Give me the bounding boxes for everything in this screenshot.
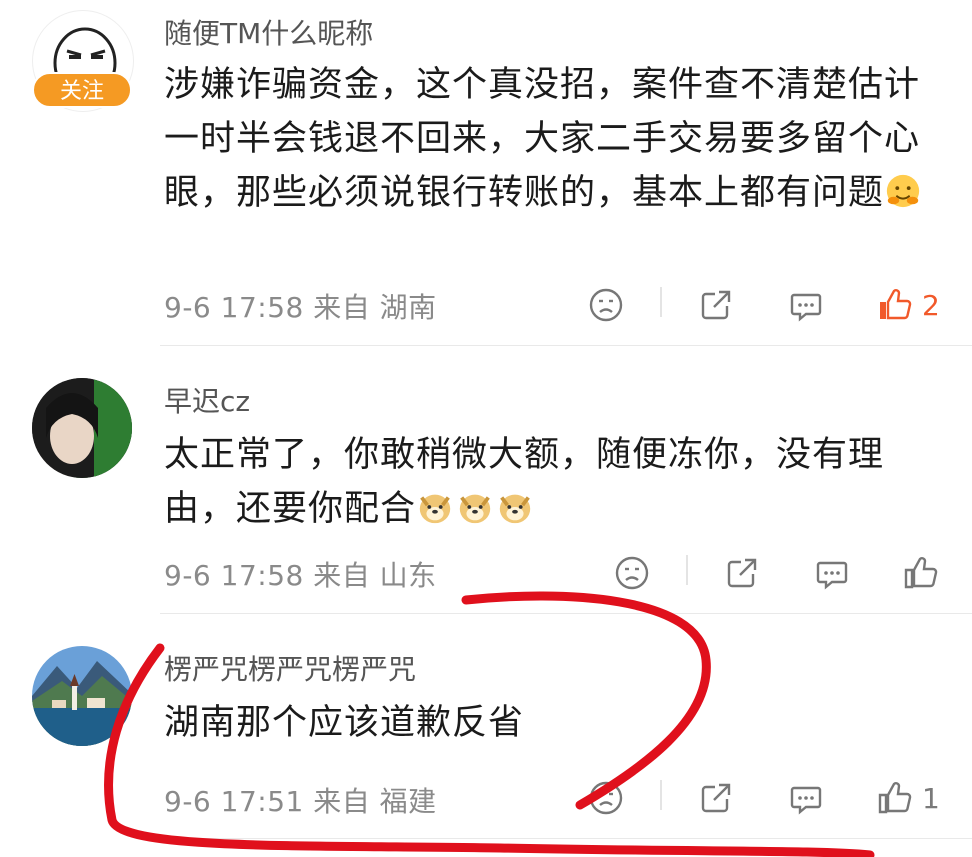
like-count: 2: [922, 288, 940, 322]
react-button[interactable]: [588, 776, 624, 820]
comment-actions: 1: [0, 776, 972, 820]
reply-button[interactable]: [814, 551, 850, 595]
share-icon: [701, 783, 731, 813]
like-button[interactable]: 2: [876, 283, 940, 327]
divider: [660, 780, 662, 810]
avatar-photo-icon: [32, 378, 132, 478]
divider: [160, 613, 972, 614]
comment-text: 湖南那个应该道歉反省: [164, 696, 944, 750]
thumbs-up-icon: [904, 557, 938, 589]
divider: [160, 345, 972, 346]
username[interactable]: 早迟cz: [164, 380, 250, 420]
hug-emoji-icon: [886, 174, 920, 208]
reply-button[interactable]: [788, 283, 824, 327]
react-button[interactable]: [614, 551, 650, 595]
divider: [660, 287, 662, 317]
username[interactable]: 楞严咒楞严咒楞严咒: [164, 648, 416, 688]
like-button[interactable]: 1: [876, 776, 940, 820]
sad-face-icon: [589, 781, 623, 815]
share-icon: [727, 558, 757, 588]
sad-face-icon: [589, 288, 623, 322]
share-button[interactable]: [724, 551, 760, 595]
comment-text-content: 湖南那个应该道歉反省: [164, 703, 525, 743]
react-button[interactable]: [588, 283, 624, 327]
follow-button[interactable]: 关注: [32, 72, 132, 108]
thumbs-up-icon: [878, 782, 912, 814]
thumbs-up-icon: [880, 289, 912, 320]
avatar[interactable]: [32, 378, 132, 478]
comment-text: 太正常了，你敢稍微大额，随便冻你，没有理由，还要你配合: [164, 428, 944, 536]
comment-actions: [0, 551, 972, 595]
comment-icon: [816, 561, 848, 590]
divider: [686, 555, 688, 585]
reply-button[interactable]: [788, 776, 824, 820]
share-icon: [701, 290, 731, 320]
doge-emoji-icon: [459, 494, 491, 524]
comment-text-content: 涉嫌诈骗资金，这个真没招，案件查不清楚估计一时半会钱退不回来，大家二手交易要多留…: [164, 65, 921, 213]
share-button[interactable]: [698, 283, 734, 327]
comment-text: 涉嫌诈骗资金，这个真没招，案件查不清楚估计一时半会钱退不回来，大家二手交易要多留…: [164, 58, 944, 220]
comment-actions: 2: [0, 283, 972, 327]
avatar[interactable]: [32, 646, 132, 746]
username[interactable]: 随便TM什么昵称: [164, 12, 373, 52]
comment-icon: [790, 786, 822, 815]
like-button[interactable]: [902, 551, 948, 595]
doge-emoji-icon: [499, 494, 531, 524]
share-button[interactable]: [698, 776, 734, 820]
divider: [160, 838, 972, 839]
avatar-landscape-icon: [32, 646, 132, 746]
sad-face-icon: [615, 556, 649, 590]
comment-icon: [790, 293, 822, 322]
doge-emoji-icon: [419, 494, 451, 524]
like-count: 1: [922, 781, 940, 815]
